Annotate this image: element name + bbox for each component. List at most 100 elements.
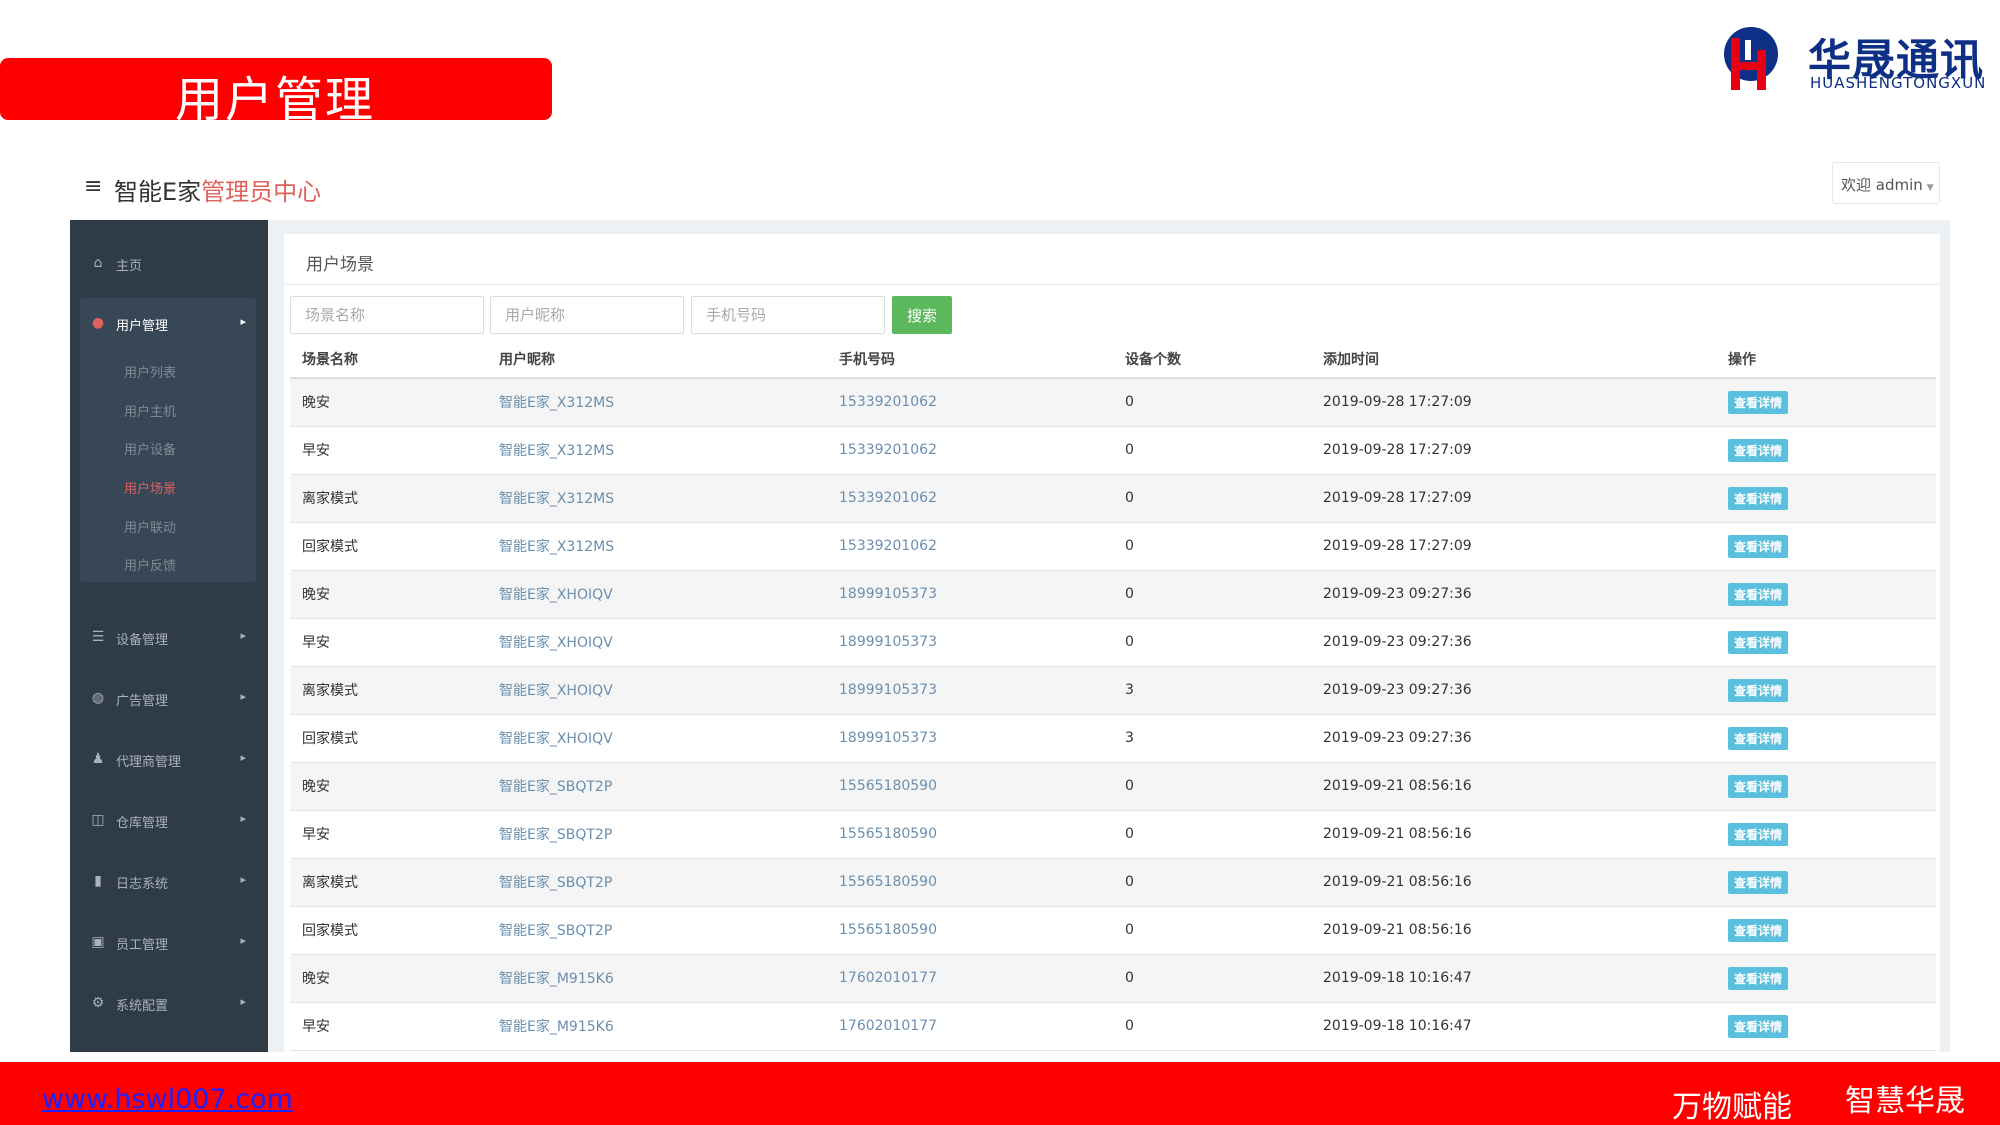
- scene-name-cell: 晚安: [290, 954, 487, 1003]
- phone-cell[interactable]: 18999105373: [827, 666, 1113, 715]
- phone-cell[interactable]: 15565180590: [827, 810, 1113, 859]
- scene-name-cell: 晚安: [290, 378, 487, 427]
- view-details-button[interactable]: 查看详情: [1728, 918, 1789, 942]
- sidebar-item-ad-management[interactable]: ◍ 广告管理 ▸: [70, 677, 268, 721]
- sidebar-item-warehouse-management[interactable]: ◫ 仓库管理 ▸: [70, 799, 268, 843]
- table-row: 晚安 智能E家_M915K6 17602010177 0 2019-09-18 10:1…: [290, 954, 1936, 1003]
- submenu-user-scene[interactable]: 用户场景: [124, 478, 176, 497]
- view-details-button[interactable]: 查看详情: [1728, 1014, 1789, 1038]
- scene-name-cell: 离家模式: [290, 858, 487, 907]
- nickname-cell[interactable]: 智能E家_M915K6: [487, 954, 827, 1003]
- nickname-cell[interactable]: 智能E家_XHOIQV: [487, 570, 827, 619]
- actions-cell: 查看详情: [1716, 666, 1936, 715]
- slide-title: 用户管理: [175, 72, 376, 128]
- view-details-button[interactable]: 查看详情: [1728, 870, 1789, 894]
- scene-name-cell: 晚安: [290, 762, 487, 811]
- column-header-phone: 手机号码: [827, 340, 1113, 379]
- sidebar-item-agent-management[interactable]: ♟ 代理商管理 ▸: [70, 738, 268, 782]
- sidebar-item-system-config[interactable]: ⚙ 系统配置 ▸: [70, 982, 268, 1026]
- view-details-button[interactable]: 查看详情: [1728, 582, 1789, 606]
- scene-name-cell: 回家模式: [290, 522, 487, 571]
- footer-slogan-2: 智慧华晟: [1845, 1084, 1965, 1119]
- nickname-search-input[interactable]: [490, 296, 684, 334]
- sidebar-item-staff-management[interactable]: ▣ 员工管理 ▸: [70, 921, 268, 965]
- phone-cell[interactable]: 18999105373: [827, 570, 1113, 619]
- phone-cell[interactable]: 15339201062: [827, 522, 1113, 571]
- view-details-button[interactable]: 查看详情: [1728, 486, 1789, 510]
- phone-cell[interactable]: 15565180590: [827, 858, 1113, 907]
- submenu-user-feedback[interactable]: 用户反馈: [124, 555, 176, 574]
- added-time-cell: 2019-09-21 08:56:16: [1311, 810, 1716, 859]
- sidebar-item-device-management[interactable]: ☰ 设备管理 ▸: [70, 616, 268, 660]
- device-count-cell: 0: [1113, 618, 1311, 667]
- nickname-cell[interactable]: 智能E家_XHOIQV: [487, 714, 827, 763]
- submenu-user-linkage[interactable]: 用户联动: [124, 517, 176, 536]
- view-details-button[interactable]: 查看详情: [1728, 390, 1789, 414]
- sidebar-item-label: 员工管理: [116, 938, 169, 953]
- nickname-cell[interactable]: 智能E家_X312MS: [487, 378, 827, 427]
- phone-cell[interactable]: 18999105373: [827, 618, 1113, 667]
- chevron-right-icon: ▸: [240, 995, 246, 1008]
- submenu-user-list[interactable]: 用户列表: [124, 362, 176, 381]
- view-details-button[interactable]: 查看详情: [1728, 822, 1789, 846]
- view-details-button[interactable]: 查看详情: [1728, 630, 1789, 654]
- view-details-button[interactable]: 查看详情: [1728, 966, 1789, 990]
- slide-footer: www.hswl007.com 万物赋能 智慧华晟: [0, 1062, 2000, 1125]
- phone-cell[interactable]: 17602010177: [827, 954, 1113, 1003]
- actions-cell: 查看详情: [1716, 714, 1936, 763]
- phone-search-input[interactable]: [691, 296, 885, 334]
- submenu-user-device[interactable]: 用户设备: [124, 439, 176, 458]
- phone-cell[interactable]: 15339201062: [827, 474, 1113, 523]
- nickname-cell[interactable]: 智能E家_SBQT2P: [487, 762, 827, 811]
- nickname-cell[interactable]: 智能E家_X312MS: [487, 474, 827, 523]
- user-menu-dropdown[interactable]: 欢迎 admin ▼: [1832, 162, 1940, 204]
- nickname-cell[interactable]: 智能E家_SBQT2P: [487, 810, 827, 859]
- search-button[interactable]: 搜索: [892, 296, 952, 334]
- scene-name-search-input[interactable]: [290, 296, 484, 334]
- nickname-cell[interactable]: 智能E家_XHOIQV: [487, 666, 827, 715]
- sidebar-item-label: 日志系统: [116, 877, 169, 892]
- sidebar-item-log-system[interactable]: ▮ 日志系统 ▸: [70, 860, 268, 904]
- phone-cell[interactable]: 15565180590: [827, 762, 1113, 811]
- chevron-right-icon: ▸: [240, 629, 246, 642]
- table-row: 离家模式 智能E家_SBQT2P 15565180590 0 2019-09-21 08…: [290, 858, 1936, 907]
- actions-cell: 查看详情: [1716, 1002, 1936, 1051]
- footer-website-link[interactable]: www.hswl007.com: [42, 1084, 293, 1115]
- nickname-cell[interactable]: 智能E家_X312MS: [487, 522, 827, 571]
- phone-cell[interactable]: 15339201062: [827, 426, 1113, 475]
- added-time-cell: 2019-09-28 17:27:09: [1311, 522, 1716, 571]
- phone-cell[interactable]: 17602010177: [827, 1002, 1113, 1051]
- view-details-button[interactable]: 查看详情: [1728, 678, 1789, 702]
- phone-cell[interactable]: 15339201062: [827, 378, 1113, 427]
- nickname-cell[interactable]: 智能E家_M915K6: [487, 1002, 827, 1051]
- nickname-cell[interactable]: 智能E家_SBQT2P: [487, 906, 827, 955]
- caret-down-icon: ▼: [1926, 183, 1934, 193]
- sidebar-item-home[interactable]: ⌂ 主页: [70, 242, 268, 286]
- view-details-button[interactable]: 查看详情: [1728, 774, 1789, 798]
- added-time-cell: 2019-09-23 09:27:36: [1311, 666, 1716, 715]
- phone-cell[interactable]: 15565180590: [827, 906, 1113, 955]
- added-time-cell: 2019-09-23 09:27:36: [1311, 618, 1716, 667]
- view-details-button[interactable]: 查看详情: [1728, 438, 1789, 462]
- actions-cell: 查看详情: [1716, 954, 1936, 1003]
- view-details-button[interactable]: 查看详情: [1728, 726, 1789, 750]
- chevron-right-icon: ▸: [240, 690, 246, 703]
- table-row: 晚安 智能E家_SBQT2P 15565180590 0 2019-09-21 08:5…: [290, 762, 1936, 811]
- menu-toggle-icon[interactable]: ≡: [84, 174, 102, 199]
- brand-prefix: 智能E家: [114, 178, 202, 206]
- nickname-cell[interactable]: 智能E家_X312MS: [487, 426, 827, 475]
- user-submenu: ● 用户管理 ▸ 用户列表 用户主机 用户设备 用户场景 用户联动 用户反馈: [80, 298, 256, 582]
- scene-name-cell: 离家模式: [290, 666, 487, 715]
- nickname-cell[interactable]: 智能E家_XHOIQV: [487, 618, 827, 667]
- chevron-right-icon: ▸: [240, 812, 246, 825]
- device-count-cell: 0: [1113, 570, 1311, 619]
- actions-cell: 查看详情: [1716, 474, 1936, 523]
- submenu-user-host[interactable]: 用户主机: [124, 401, 176, 420]
- device-count-cell: 0: [1113, 906, 1311, 955]
- phone-cell[interactable]: 18999105373: [827, 714, 1113, 763]
- nickname-cell[interactable]: 智能E家_SBQT2P: [487, 858, 827, 907]
- view-details-button[interactable]: 查看详情: [1728, 534, 1789, 558]
- added-time-cell: 2019-09-23 09:27:36: [1311, 570, 1716, 619]
- sidebar-item-user-management[interactable]: ● 用户管理 ▸: [70, 302, 268, 346]
- scene-name-cell: 早安: [290, 810, 487, 859]
